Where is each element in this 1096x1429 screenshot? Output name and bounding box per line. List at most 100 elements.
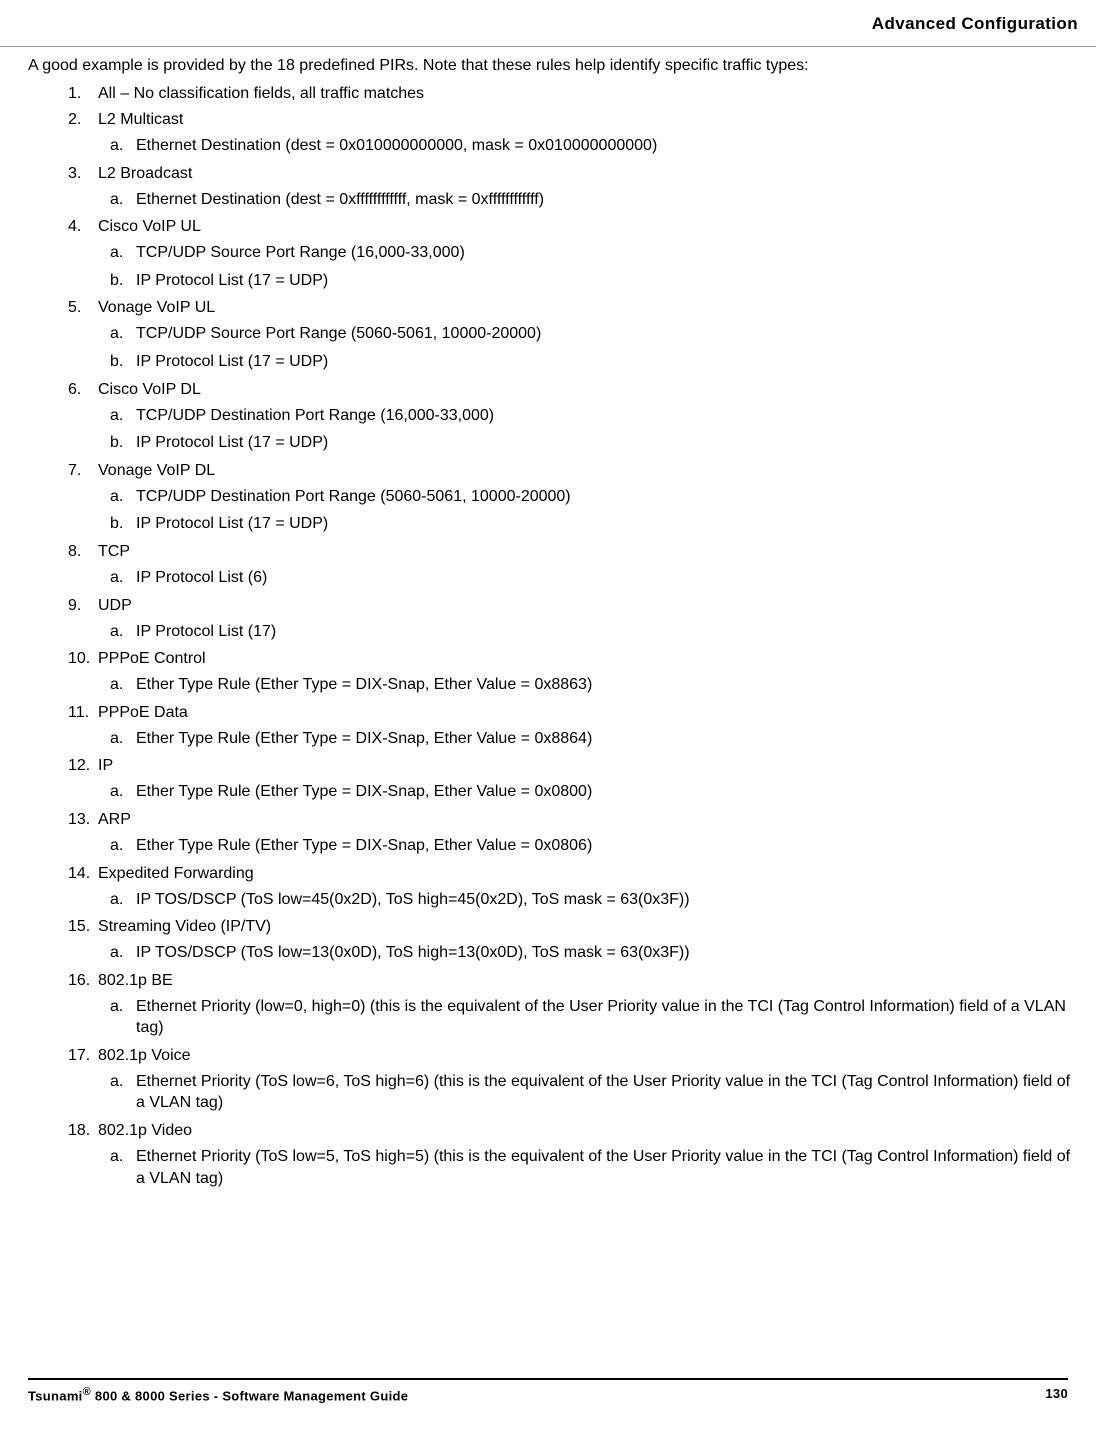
sub-list: a. TCP/UDP Destination Port Range (16,000…	[98, 405, 1076, 454]
list-item: 5.Vonage VoIP ULa.TCP/UDP Source Port Ra…	[68, 299, 1076, 372]
sub-list: a.Ethernet Priority (ToS low=6, ToS high…	[98, 1071, 1076, 1114]
registered-mark-icon: ®	[83, 1386, 91, 1398]
sub-list-letter: a.	[110, 135, 123, 157]
sub-list-letter: a.	[110, 889, 123, 911]
sub-list-text: TCP/UDP Destination Port Range (5060-506…	[136, 488, 571, 505]
list-number: 1.	[68, 85, 94, 103]
list-number: 17.	[68, 1047, 94, 1065]
sub-list-item: a. Ethernet Destination (dest = 0x0100000…	[110, 135, 1076, 157]
sub-list-text: IP Protocol List (17 = UDP)	[136, 272, 328, 289]
list-number: 11.	[68, 704, 94, 722]
sub-list-text: IP TOS/DSCP (ToS low=13(0x0D), ToS high=…	[136, 944, 690, 961]
sub-list: a. Ethernet Destination (dest = 0x0100000…	[98, 135, 1076, 157]
sub-list-letter: a.	[110, 567, 123, 589]
sub-list-letter: a.	[110, 621, 123, 643]
sub-list-text: TCP/UDP Source Port Range (16,000-33,000…	[136, 244, 465, 261]
list-item: 8.TCP a. IP Protocol List (6)	[68, 543, 1076, 589]
sub-list: a.IP TOS/DSCP (ToS low=13(0x0D), ToS hig…	[98, 942, 1076, 964]
rules-list: 1.All – No classification fields, all tr…	[28, 85, 1076, 1189]
sub-list-text: IP Protocol List (17 = UDP)	[136, 434, 328, 451]
footer-title: Tsunami® 800 & 8000 Series - Software Ma…	[28, 1386, 408, 1403]
sub-list: a. Ethernet Priority (low=0, high=0) (thi…	[98, 996, 1076, 1039]
list-item: 6.Cisco VoIP DLa.TCP/UDP Destination Por…	[68, 381, 1076, 454]
list-number: 7.	[68, 462, 94, 480]
list-number: 15.	[68, 918, 94, 936]
list-item-title: PPPoE Data	[98, 704, 188, 721]
sub-list-letter: a.	[110, 242, 123, 264]
sub-list-letter: a.	[110, 996, 123, 1018]
sub-list-text: Ether Type Rule (Ether Type = DIX-Snap, …	[136, 676, 592, 693]
page-header: Advanced Configuration	[0, 0, 1096, 34]
sub-list-item: a.TCP/UDP Destination Port Range (5060-5…	[110, 486, 1076, 508]
list-item-title: TCP	[98, 543, 130, 560]
sub-list-item: b.IP Protocol List (17 = UDP)	[110, 513, 1076, 535]
sub-list-text: IP Protocol List (17 = UDP)	[136, 515, 328, 532]
list-number: 10.	[68, 650, 94, 668]
list-item-title: L2 Broadcast	[98, 165, 192, 182]
page-footer: Tsunami® 800 & 8000 Series - Software Ma…	[0, 1378, 1096, 1403]
sub-list-text: Ether Type Rule (Ether Type = DIX-Snap, …	[136, 730, 592, 747]
sub-list-item: a.Ethernet Priority (ToS low=6, ToS high…	[110, 1071, 1076, 1114]
sub-list-text: Ethernet Destination (dest = 0x010000000…	[136, 137, 657, 154]
sub-list-letter: a.	[110, 189, 123, 211]
sub-list-letter: b.	[110, 351, 123, 373]
sub-list-text: IP Protocol List (17 = UDP)	[136, 353, 328, 370]
list-number: 2.	[68, 111, 94, 129]
sub-list-text: Ether Type Rule (Ether Type = DIX-Snap, …	[136, 837, 592, 854]
sub-list-item: a. IP Protocol List (6)	[110, 567, 1076, 589]
list-item-title: UDP	[98, 597, 132, 614]
sub-list-text: Ethernet Priority (low=0, high=0) (this …	[136, 998, 1066, 1037]
sub-list-letter: a.	[110, 1071, 123, 1093]
list-item-title: L2 Multicast	[98, 111, 183, 128]
sub-list-text: TCP/UDP Destination Port Range (16,000-3…	[136, 407, 494, 424]
sub-list-item: a.Ether Type Rule (Ether Type = DIX-Snap…	[110, 728, 1076, 750]
list-item: 10.PPPoE Control a.Ether Type Rule (Ether…	[68, 650, 1076, 696]
list-item-title: PPPoE Control	[98, 650, 206, 667]
sub-list-letter: a.	[110, 835, 123, 857]
sub-list-item: a.Ethernet Destination (dest = 0xfffffff…	[110, 189, 1076, 211]
sub-list: a.TCP/UDP Destination Port Range (5060-5…	[98, 486, 1076, 535]
list-item: 18.802.1p Videoa.Ethernet Priority (ToS …	[68, 1122, 1076, 1189]
list-number: 18.	[68, 1122, 94, 1140]
sub-list: a.Ether Type Rule (Ether Type = DIX-Snap…	[98, 728, 1076, 750]
sub-list-letter: a.	[110, 323, 123, 345]
sub-list-item: a.IP TOS/DSCP (ToS low=45(0x2D), ToS hig…	[110, 889, 1076, 911]
list-item: 16.802.1p BEa.Ethernet Priority (low=0, …	[68, 972, 1076, 1039]
list-number: 3.	[68, 165, 94, 183]
list-number: 13.	[68, 811, 94, 829]
sub-list: a. Ether Type Rule (Ether Type = DIX-Sna…	[98, 835, 1076, 857]
sub-list: a.Ether Type Rule (Ether Type = DIX-Snap…	[98, 674, 1076, 696]
list-item-title: Vonage VoIP UL	[98, 299, 215, 316]
list-item: 9.UDP a. IP Protocol List (17)	[68, 597, 1076, 643]
sub-list: a.IP TOS/DSCP (ToS low=45(0x2D), ToS hig…	[98, 889, 1076, 911]
sub-list-item: b.IP Protocol List (17 = UDP)	[110, 270, 1076, 292]
sub-list-letter: a.	[110, 405, 123, 427]
sub-list: a. IP Protocol List (17)	[98, 621, 1076, 643]
sub-list: a. TCP/UDP Source Port Range (16,000-33,0…	[98, 242, 1076, 291]
sub-list-item: b.IP Protocol List (17 = UDP)	[110, 432, 1076, 454]
list-number: 14.	[68, 865, 94, 883]
list-number: 9.	[68, 597, 94, 615]
intro-paragraph: A good example is provided by the 18 pre…	[28, 57, 1076, 75]
sub-list-item: a.IP TOS/DSCP (ToS low=13(0x0D), ToS hig…	[110, 942, 1076, 964]
sub-list: a.Ethernet Priority (ToS low=5, ToS high…	[98, 1146, 1076, 1189]
sub-list-text: IP Protocol List (6)	[136, 569, 267, 586]
list-item: 11.PPPoE Data a.Ether Type Rule (Ether Ty…	[68, 704, 1076, 750]
list-number: 8.	[68, 543, 94, 561]
sub-list: a.TCP/UDP Source Port Range (5060-5061, …	[98, 323, 1076, 372]
sub-list-item: a. Ethernet Priority (low=0, high=0) (thi…	[110, 996, 1076, 1039]
footer-divider	[28, 1378, 1068, 1380]
sub-list: a. IP Protocol List (6)	[98, 567, 1076, 589]
sub-list-item: a.Ether Type Rule (Ether Type = DIX-Snap…	[110, 674, 1076, 696]
sub-list-letter: a.	[110, 781, 123, 803]
sub-list: a. Ether Type Rule (Ether Type = DIX-Snap…	[98, 781, 1076, 803]
sub-list-letter: a.	[110, 1146, 123, 1168]
list-item-title: Expedited Forwarding	[98, 865, 254, 882]
list-item: 12.IPa.Ether Type Rule (Ether Type = DIX…	[68, 757, 1076, 803]
sub-list-text: IP Protocol List (17)	[136, 623, 276, 640]
list-item-title: Cisco VoIP UL	[98, 218, 201, 235]
sub-list-text: Ether Type Rule (Ether Type = DIX-Snap, …	[136, 783, 592, 800]
sub-list-item: a. IP Protocol List (17)	[110, 621, 1076, 643]
list-item-title: ARP	[98, 811, 131, 828]
page-number: 130	[1045, 1386, 1068, 1403]
